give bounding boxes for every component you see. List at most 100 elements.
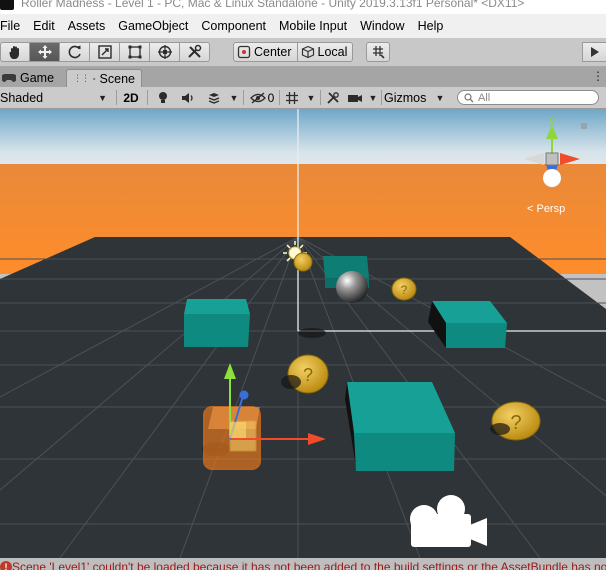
tab-game[interactable]: Game: [0, 69, 62, 87]
transform-icon: [157, 45, 172, 59]
hand-tool-button[interactable]: [0, 42, 30, 62]
view-tab-bar: Game ⋮⋮ Scene ⋮: [0, 67, 606, 87]
menu-window[interactable]: Window: [354, 19, 411, 33]
light-bulb-icon: [159, 91, 167, 103]
scene-grid-icon: [93, 77, 96, 80]
coin[interactable]: ?: [391, 277, 417, 301]
camera-dropdown-icon[interactable]: ▼: [367, 89, 379, 106]
camera-icon: [348, 94, 362, 102]
menu-edit[interactable]: Edit: [27, 19, 62, 33]
rotate-icon: [68, 45, 81, 59]
menu-assets[interactable]: Assets: [62, 19, 113, 33]
grid-icon: [286, 91, 298, 104]
pivot-mode-label: Center: [254, 45, 292, 59]
effects-dropdown-icon[interactable]: ▼: [228, 89, 240, 106]
gizmos-label: Gizmos: [384, 90, 427, 105]
main-toolbar: Center Local: [0, 38, 606, 67]
title-bar: Roller Madness - Level 1 - PC, Mac & Lin…: [0, 0, 606, 14]
separator: [381, 90, 382, 105]
pivot-center-icon: [237, 45, 251, 59]
menu-help[interactable]: Help: [412, 19, 451, 33]
scene-search-input[interactable]: All: [457, 90, 599, 105]
shadow: [281, 375, 301, 389]
move-tool-button[interactable]: [30, 42, 60, 62]
coin[interactable]: [293, 252, 313, 272]
draw-mode-dropdown[interactable]: Shaded ▼: [0, 89, 112, 106]
play-plane: [0, 237, 606, 558]
pivot-rotation-button[interactable]: Local: [297, 42, 354, 62]
menu-file[interactable]: File: [0, 19, 27, 33]
gamepad-icon: [2, 74, 16, 82]
move-icon: [37, 45, 52, 59]
scene-render[interactable]: ? ? ? y < Persp: [0, 109, 606, 558]
rotate-tool-button[interactable]: [60, 42, 90, 62]
menu-component[interactable]: Component: [195, 19, 273, 33]
effects-toggle[interactable]: [203, 89, 225, 106]
player-ball[interactable]: [336, 271, 368, 303]
svg-text:?: ?: [303, 365, 313, 385]
error-icon: !: [0, 561, 12, 570]
shadow: [490, 423, 510, 435]
tab-game-label: Game: [20, 71, 55, 85]
separator: [243, 90, 244, 105]
hidden-objects-count: 0: [267, 90, 275, 105]
play-button[interactable]: [582, 42, 606, 62]
projection-label[interactable]: < Persp: [527, 203, 565, 215]
gizmos-dropdown[interactable]: Gizmos: [384, 89, 436, 106]
tab-scene-label: Scene: [99, 71, 135, 86]
menu-bar: File Edit Assets GameObject Component Mo…: [0, 14, 606, 38]
hidden-objects-toggle[interactable]: 0: [248, 89, 276, 106]
rect-icon: [128, 45, 141, 59]
grid-snap-icon: [373, 46, 385, 59]
status-bar[interactable]: ! Scene 'Level1' couldn't be loaded beca…: [0, 558, 606, 570]
transform-tool-button[interactable]: [150, 42, 180, 62]
scale-icon: [97, 45, 112, 59]
lock-icon[interactable]: [581, 123, 587, 129]
search-placeholder: All: [478, 91, 491, 104]
grid-visibility-toggle[interactable]: [282, 89, 302, 106]
tab-grip-icon: ⋮⋮: [73, 73, 90, 83]
unity-logo-icon: [0, 0, 14, 10]
rect-tool-button[interactable]: [120, 42, 150, 62]
hand-icon: [9, 46, 19, 59]
scale-tool-button[interactable]: [90, 42, 120, 62]
effects-layers-icon: [208, 92, 220, 104]
camera-settings-toggle[interactable]: [345, 89, 365, 106]
pivot-mode-button[interactable]: Center: [233, 42, 298, 62]
search-icon: [464, 92, 474, 102]
pivot-rotation-label: Local: [317, 45, 348, 59]
teal-wall-left[interactable]: [184, 299, 250, 347]
audio-toggle[interactable]: [177, 89, 199, 106]
pivot-toggles: Center Local: [233, 42, 354, 62]
svg-text:?: ?: [401, 283, 408, 297]
grid-dropdown-icon[interactable]: ▼: [305, 89, 317, 106]
tools-icon: [327, 91, 339, 104]
scene-toolbar: Shaded ▼ 2D ▼ 0 ▼ ▼ Gizmos ▼ All: [0, 87, 606, 109]
draw-mode-label: Shaded: [0, 90, 44, 105]
play-icon: [590, 47, 599, 57]
lighting-toggle[interactable]: [152, 89, 174, 106]
eye-crossed-icon: [249, 91, 266, 104]
gizmo-axis-y-label: y: [549, 113, 555, 127]
custom-tool-icon: [187, 44, 201, 58]
menu-mobile-input[interactable]: Mobile Input: [273, 19, 354, 33]
menu-gameobject[interactable]: GameObject: [112, 19, 195, 33]
separator: [320, 90, 321, 105]
svg-text:?: ?: [510, 412, 521, 434]
separator: [279, 90, 280, 105]
chevron-down-icon: ▼: [98, 92, 107, 103]
separator: [116, 90, 117, 105]
gizmos-chevron-down-icon[interactable]: ▼: [434, 89, 446, 106]
custom-tool-button[interactable]: [180, 42, 210, 62]
separator: [147, 90, 148, 105]
grid-snap-button[interactable]: [366, 42, 390, 62]
transform-tools: [0, 42, 210, 62]
scene-viewport[interactable]: ? ? ? y < Persp: [0, 109, 606, 558]
local-cube-icon: [301, 45, 314, 59]
window-title: Roller Madness - Level 1 - PC, Mac & Lin…: [21, 0, 525, 10]
panel-menu-icon[interactable]: ⋮: [592, 69, 604, 83]
tab-scene[interactable]: ⋮⋮ Scene: [66, 69, 142, 87]
2d-mode-toggle[interactable]: 2D: [119, 89, 143, 106]
shadow: [298, 328, 326, 338]
scene-tools-toggle[interactable]: [323, 89, 343, 106]
